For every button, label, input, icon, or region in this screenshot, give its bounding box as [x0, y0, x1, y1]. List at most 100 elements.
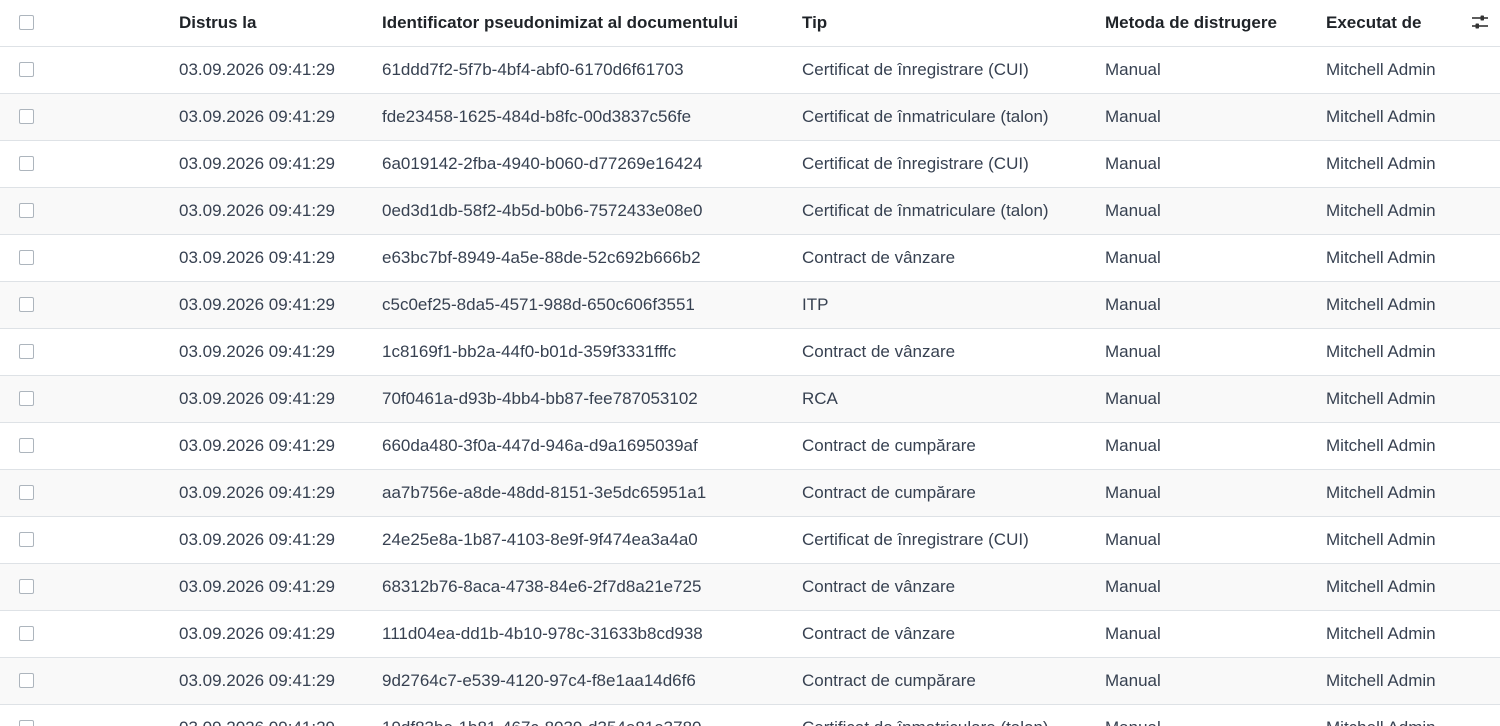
type-cell: Certificat de înregistrare (CUI): [802, 154, 1029, 173]
row-select-cell: [19, 329, 39, 375]
destroyed-at-cell: 03.09.2026 09:41:29: [179, 248, 335, 267]
method-cell: Manual: [1105, 107, 1161, 126]
doc-identifier-cell: aa7b756e-a8de-48dd-8151-3e5dc65951a1: [382, 483, 707, 502]
row-select-checkbox[interactable]: [19, 390, 34, 406]
type-cell: Contract de cumpărare: [802, 483, 976, 502]
row-select-checkbox[interactable]: [19, 296, 34, 312]
table-row[interactable]: 03.09.2026 09:41:29 660da480-3f0a-447d-94…: [0, 423, 1500, 470]
destroyed-at-cell: 03.09.2026 09:41:29: [179, 705, 369, 726]
executed-by-cell: Mitchell Admin: [1326, 248, 1436, 267]
column-header-type[interactable]: Tip: [802, 0, 1092, 46]
destroyed-at-cell: 03.09.2026 09:41:29: [179, 107, 335, 126]
doc-identifier-cell: 61ddd7f2-5f7b-4bf4-abf0-6170d6f61703: [382, 60, 684, 79]
type-cell: Contract de vânzare: [802, 342, 956, 361]
row-select-cell: [19, 141, 39, 187]
executed-by-cell: Mitchell Admin: [1326, 436, 1436, 455]
method-cell: Manual: [1105, 154, 1161, 173]
table-row[interactable]: 03.09.2026 09:41:29 6a019142-2fba-4940-b0…: [0, 141, 1500, 188]
row-select-checkbox[interactable]: [19, 108, 34, 124]
executed-by-cell: Mitchell Admin: [1326, 295, 1436, 314]
type-cell: Contract de cumpărare: [802, 671, 976, 690]
row-select-cell: [19, 564, 39, 610]
table-row[interactable]: 03.09.2026 09:41:29 1c8169f1-bb2a-44f0-b0…: [0, 329, 1500, 376]
doc-identifier-cell: fde23458-1625-484d-b8fc-00d3837c56fe: [382, 107, 692, 126]
column-header-destroyed-at[interactable]: Distrus la: [179, 0, 369, 46]
select-all-checkbox[interactable]: [19, 14, 34, 30]
method-cell: Manual: [1105, 671, 1161, 690]
table-row[interactable]: 03.09.2026 09:41:29 e63bc7bf-8949-4a5e-88…: [0, 235, 1500, 282]
table-row[interactable]: 03.09.2026 09:41:29 aa7b756e-a8de-48dd-81…: [0, 470, 1500, 517]
doc-identifier-cell: 24e25e8a-1b87-4103-8e9f-9f474ea3a4a0: [382, 530, 698, 549]
method-cell: Manual: [1105, 436, 1161, 455]
row-select-checkbox[interactable]: [19, 61, 34, 77]
column-header-doc-identifier[interactable]: Identificator pseudonimizat al documentu…: [382, 0, 792, 46]
method-cell: Manual: [1105, 389, 1161, 408]
type-cell: Contract de vânzare: [802, 624, 956, 643]
row-select-checkbox[interactable]: [19, 343, 34, 359]
executed-by-cell: Mitchell Admin: [1326, 671, 1436, 690]
doc-identifier-cell: 660da480-3f0a-447d-946a-d9a1695039af: [382, 436, 698, 455]
table-row[interactable]: 03.09.2026 09:41:29 9d2764c7-e539-4120-97…: [0, 658, 1500, 705]
table-row[interactable]: 03.09.2026 09:41:29 61ddd7f2-5f7b-4bf4-ab…: [0, 47, 1500, 94]
table-body: 03.09.2026 09:41:29 61ddd7f2-5f7b-4bf4-ab…: [0, 47, 1500, 726]
table-row[interactable]: 03.09.2026 09:41:29 fde23458-1625-484d-b8…: [0, 94, 1500, 141]
doc-identifier-cell: 6a019142-2fba-4940-b060-d77269e16424: [382, 154, 703, 173]
type-cell: Certificat de înregistrare (CUI): [802, 60, 1029, 79]
table-row[interactable]: 03.09.2026 09:41:29 70f0461a-d93b-4bb4-bb…: [0, 376, 1500, 423]
executed-by-cell: Mitchell Admin: [1326, 201, 1436, 220]
row-select-cell: [19, 282, 39, 328]
row-select-checkbox[interactable]: [19, 719, 34, 726]
row-select-checkbox[interactable]: [19, 249, 34, 265]
table-row[interactable]: 03.09.2026 09:41:29 0ed3d1db-58f2-4b5d-b0…: [0, 188, 1500, 235]
row-select-cell: [19, 423, 39, 469]
doc-identifier-cell: 111d04ea-dd1b-4b10-978c-31633b8cd938: [382, 624, 703, 643]
column-header-method[interactable]: Metoda de distrugere: [1105, 0, 1315, 46]
table-row[interactable]: 03.09.2026 09:41:29 111d04ea-dd1b-4b10-97…: [0, 611, 1500, 658]
method-cell: Manual: [1105, 201, 1161, 220]
row-select-checkbox[interactable]: [19, 484, 34, 500]
sliders-icon[interactable]: [1471, 14, 1489, 30]
row-select-checkbox[interactable]: [19, 625, 34, 641]
table-row[interactable]: 03.09.2026 09:41:29 19df83be-1b81-467c-80…: [0, 705, 1500, 726]
select-all-cell: [19, 0, 39, 46]
executed-by-cell: Mitchell Admin: [1326, 60, 1436, 79]
destroyed-at-cell: 03.09.2026 09:41:29: [179, 624, 335, 643]
method-cell: Manual: [1105, 295, 1161, 314]
doc-identifier-cell: c5c0ef25-8da5-4571-988d-650c606f3551: [382, 295, 695, 314]
method-cell: Manual: [1105, 248, 1161, 267]
method-cell: Manual: [1105, 530, 1161, 549]
row-select-cell: [19, 658, 39, 704]
row-select-cell: [19, 188, 39, 234]
optional-columns-toggle[interactable]: [1466, 0, 1494, 46]
table-row[interactable]: 03.09.2026 09:41:29 c5c0ef25-8da5-4571-98…: [0, 282, 1500, 329]
doc-identifier-cell: 70f0461a-d93b-4bb4-bb87-fee787053102: [382, 389, 698, 408]
executed-by-cell: Mitchell Admin: [1326, 107, 1436, 126]
row-select-checkbox[interactable]: [19, 578, 34, 594]
executed-by-cell: Mitchell Admin: [1326, 389, 1436, 408]
row-select-checkbox[interactable]: [19, 672, 34, 688]
row-select-checkbox[interactable]: [19, 202, 34, 218]
row-select-cell: [19, 376, 39, 422]
executed-by-cell: Mitchell Admin: [1326, 342, 1436, 361]
destroyed-at-cell: 03.09.2026 09:41:29: [179, 201, 335, 220]
destroyed-at-cell: 03.09.2026 09:41:29: [179, 483, 335, 502]
column-header-executed-by[interactable]: Executat de: [1326, 0, 1476, 46]
row-select-checkbox[interactable]: [19, 531, 34, 547]
destroyed-at-cell: 03.09.2026 09:41:29: [179, 577, 335, 596]
executed-by-cell: Mitchell Admin: [1326, 154, 1436, 173]
row-select-checkbox[interactable]: [19, 437, 34, 453]
type-cell: RCA: [802, 389, 838, 408]
doc-identifier-cell: 0ed3d1db-58f2-4b5d-b0b6-7572433e08e0: [382, 201, 703, 220]
row-select-checkbox[interactable]: [19, 155, 34, 171]
executed-by-cell: Mitchell Admin: [1326, 577, 1436, 596]
row-select-cell: [19, 94, 39, 140]
method-cell: Manual: [1105, 60, 1161, 79]
destroyed-at-cell: 03.09.2026 09:41:29: [179, 154, 335, 173]
executed-by-cell: Mitchell Admin: [1326, 530, 1436, 549]
doc-identifier-cell: 9d2764c7-e539-4120-97c4-f8e1aa14d6f6: [382, 671, 696, 690]
doc-identifier-cell: 19df83be-1b81-467c-8039-d354e81e3780: [382, 705, 792, 726]
method-cell: Manual: [1105, 624, 1161, 643]
table-row[interactable]: 03.09.2026 09:41:29 24e25e8a-1b87-4103-8e…: [0, 517, 1500, 564]
table-row[interactable]: 03.09.2026 09:41:29 68312b76-8aca-4738-84…: [0, 564, 1500, 611]
destruction-log-table: Distrus la Identificator pseudonimizat a…: [0, 0, 1500, 726]
